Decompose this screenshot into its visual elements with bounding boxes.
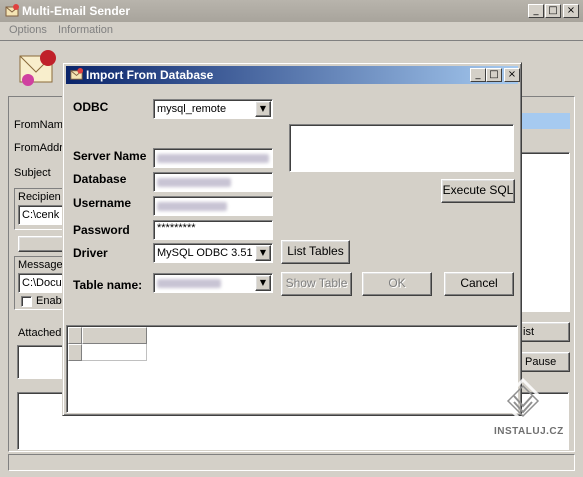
chevron-down-icon[interactable]: ▼ [255,101,271,117]
server-name-obscured [157,154,269,163]
table-grid[interactable] [66,325,518,413]
close-icon[interactable]: × [563,4,579,18]
from-address-label: FromAddr [14,142,63,154]
password-value: ********* [157,222,196,234]
chevron-down-icon[interactable]: ▼ [255,245,271,261]
enable-label: Enabl [36,295,65,307]
driver-label: Driver [73,246,108,260]
right-list-area[interactable] [520,152,570,312]
cancel-button[interactable]: Cancel [444,272,514,296]
dialog-close-icon[interactable]: × [504,68,520,82]
recipients-label: Recipien [18,191,61,203]
server-name-input[interactable] [153,148,273,168]
menu-bar: Options Information [0,22,583,40]
app-icon [5,4,19,17]
watermark-logo-icon [500,378,546,424]
execute-sql-button[interactable]: Execute SQL [441,179,515,203]
attached-label: Attached [18,327,62,339]
database-obscured [157,178,231,187]
ok-label: OK [388,276,406,290]
database-label: Database [73,172,127,186]
ok-button[interactable]: OK [362,272,432,296]
main-window-title: Multi-Email Sender [22,4,131,18]
odbc-value: mysql_remote [157,103,227,115]
odbc-label: ODBC [73,100,109,114]
table-name-label: Table name: [73,278,143,292]
recipients-path-field[interactable]: C:\cenk [18,205,64,225]
recipients-group: Recipien C:\cenk [14,188,64,230]
grid-cell[interactable] [82,344,147,361]
message-group: Message C:\Docu Enabl [14,256,64,310]
list-button[interactable]: ist [520,322,570,342]
grid-row-header[interactable] [68,344,82,361]
message-path-field[interactable]: C:\Docu [18,273,64,293]
chevron-down-icon[interactable]: ▼ [255,275,271,291]
cancel-label: Cancel [460,276,498,290]
message-path-text: C:\Docu [22,277,62,289]
list-tables-label: List Tables [287,244,344,258]
menu-information[interactable]: Information [58,24,113,36]
app-logo-icon [19,50,56,86]
minimize-icon[interactable]: _ [528,4,544,18]
database-input[interactable] [153,172,273,192]
from-name-label: FromName [14,119,70,131]
menu-divider [0,40,583,41]
table-name-obscured [157,279,221,288]
maximize-icon[interactable]: □ [545,4,561,18]
recipients-path-text: C:\cenk [22,209,60,221]
odbc-select[interactable]: mysql_remote ▼ [153,99,273,119]
attached-list[interactable] [17,345,67,379]
password-input[interactable]: ********* [153,220,273,240]
main-title-bar: Multi-Email Sender _ □ × [0,0,583,22]
watermark-text: INSTALUJ.CZ [494,426,564,437]
menu-options[interactable]: Options [9,24,47,36]
list-button-label: ist [523,326,534,338]
status-bar [8,454,575,471]
pause-button[interactable]: Pause [520,352,570,372]
password-label: Password [73,223,130,237]
table-name-select[interactable]: ▼ [153,273,273,293]
watermark: INSTALUJ.CZ [494,378,580,456]
driver-select[interactable]: MySQL ODBC 3.51 ▼ [153,243,273,263]
recipients-button[interactable] [18,236,64,252]
header-highlight [520,113,570,129]
grid-column-header[interactable] [82,327,147,344]
driver-value: MySQL ODBC 3.51 [157,247,253,259]
list-tables-button[interactable]: List Tables [281,240,350,264]
subject-label: Subject [14,167,51,179]
import-dialog: Import From Database _ □ × ODBC Server N… [62,62,522,416]
dialog-minimize-icon[interactable]: _ [470,68,486,82]
execute-sql-label: Execute SQL [442,183,514,197]
enable-checkbox[interactable] [21,296,32,307]
server-name-label: Server Name [73,149,147,163]
username-input[interactable] [153,196,273,216]
message-label: Message [18,259,63,271]
dialog-app-icon [70,67,84,80]
pause-button-label: Pause [525,356,557,368]
dialog-maximize-icon[interactable]: □ [486,68,502,82]
dialog-title: Import From Database [86,68,214,82]
sql-query-textarea[interactable] [289,124,514,172]
dialog-title-bar: Import From Database _ □ × [66,66,520,84]
username-label: Username [73,196,132,210]
show-table-button[interactable]: Show Table [281,272,352,296]
username-obscured [157,202,227,211]
grid-corner-cell [68,327,82,344]
show-table-label: Show Table [285,276,348,290]
